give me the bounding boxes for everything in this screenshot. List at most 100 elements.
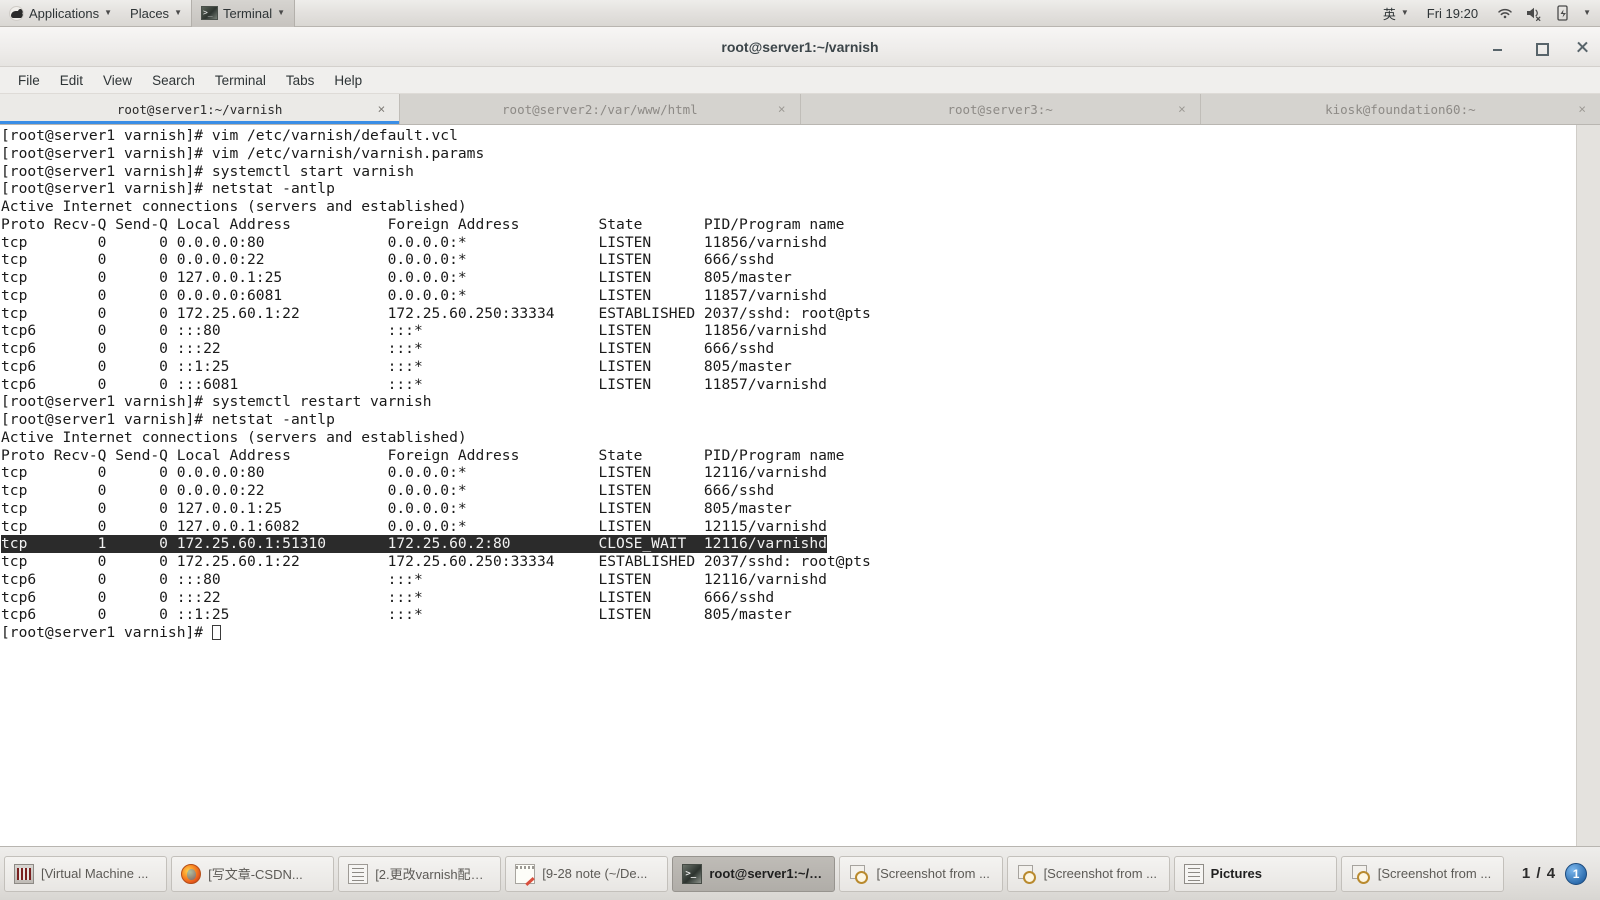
taskbar-item-label: [写文章-CSDN... <box>208 864 303 883</box>
power-icon <box>1554 4 1572 22</box>
chevron-down-icon: ▼ <box>1583 9 1591 17</box>
terminal-window: root@server1:~/varnish File Edit View Se… <box>0 27 1600 846</box>
taskbar-item-label: [Screenshot from ... <box>1378 866 1491 881</box>
window-controls <box>1490 27 1590 67</box>
terminal-body[interactable]: [root@server1 varnish]# vim /etc/varnish… <box>0 125 1600 846</box>
terminal-line: [root@server1 varnish]# systemctl start … <box>1 163 1576 181</box>
taskbar-item-note[interactable]: [9-28 note (~/De... <box>505 856 668 892</box>
firefox-icon <box>181 864 201 884</box>
chevron-down-icon: ▼ <box>1401 9 1409 17</box>
terminal-line-text: tcp 0 0 0.0.0.0:80 0.0.0.0:* LISTEN 1211… <box>1 464 827 481</box>
taskbar-item-label: [Screenshot from ... <box>876 866 989 881</box>
terminal-line-text: Active Internet connections (servers and… <box>1 429 467 446</box>
terminal-line: tcp 0 0 0.0.0.0:80 0.0.0.0:* LISTEN 1211… <box>1 464 1576 482</box>
terminal-line-text: tcp6 0 0 :::80 :::* LISTEN 12116/varnish… <box>1 571 827 588</box>
menu-terminal[interactable]: Terminal <box>205 70 276 91</box>
close-icon[interactable]: × <box>1178 103 1186 116</box>
minimize-button[interactable] <box>1490 39 1506 55</box>
menu-help[interactable]: Help <box>324 70 372 91</box>
tab-bar: root@server1:~/varnish × root@server2:/v… <box>0 94 1600 125</box>
menu-edit[interactable]: Edit <box>50 70 93 91</box>
workspace-switcher[interactable]: 1 / 4 1 <box>1510 863 1596 885</box>
terminal-output[interactable]: [root@server1 varnish]# vim /etc/varnish… <box>0 125 1576 846</box>
terminal-line-text: [root@server1 varnish]# systemctl restar… <box>1 393 432 410</box>
clock[interactable]: Fri 19:20 <box>1418 0 1487 27</box>
terminal-line: [root@server1 varnish]# systemctl restar… <box>1 393 1576 411</box>
tab-server2[interactable]: root@server2:/var/www/html × <box>400 94 800 124</box>
terminal-line-text: tcp6 0 0 ::1:25 :::* LISTEN 805/master <box>1 606 792 623</box>
volume-muted-icon <box>1525 4 1543 22</box>
terminal-line: tcp 0 0 172.25.60.1:22 172.25.60.250:333… <box>1 553 1576 571</box>
taskbar-item-pictures[interactable]: Pictures <box>1174 856 1337 892</box>
terminal-line-text: tcp 0 0 172.25.60.1:22 172.25.60.250:333… <box>1 553 871 570</box>
taskbar-item-virtual-machine[interactable]: [Virtual Machine ... <box>4 856 167 892</box>
tray-icons[interactable]: ▼ <box>1487 0 1600 27</box>
maximize-button[interactable] <box>1532 39 1548 55</box>
terminal-line-text: tcp 0 0 0.0.0.0:22 0.0.0.0:* LISTEN 666/… <box>1 251 774 268</box>
menu-file[interactable]: File <box>8 70 50 91</box>
input-method-label: 英 <box>1383 4 1396 23</box>
tab-label: kiosk@foundation60:~ <box>1325 102 1476 117</box>
terminal-line-text: [root@server1 varnish]# netstat -antlp <box>1 180 335 197</box>
terminal-line-text: tcp 0 0 127.0.0.1:25 0.0.0.0:* LISTEN 80… <box>1 269 792 286</box>
menubar: File Edit View Search Terminal Tabs Help <box>0 67 1600 94</box>
terminal-line-text: tcp 0 0 172.25.60.1:22 172.25.60.250:333… <box>1 305 871 322</box>
clock-label: Fri 19:20 <box>1427 6 1478 21</box>
taskbar-item-label: [9-28 note (~/De... <box>542 866 647 881</box>
terminal-line: tcp 0 0 127.0.0.1:25 0.0.0.0:* LISTEN 80… <box>1 269 1576 287</box>
input-method-indicator[interactable]: 英 ▼ <box>1374 0 1418 27</box>
taskbar-item-screenshot-2[interactable]: [Screenshot from ... <box>1007 856 1170 892</box>
wifi-icon <box>1496 4 1514 22</box>
taskbar-item-label: [2.更改varnish配置... <box>375 864 491 883</box>
window-titlebar[interactable]: root@server1:~/varnish <box>0 27 1600 67</box>
terminal-prompt-line: [root@server1 varnish]# <box>1 624 1576 642</box>
menu-search[interactable]: Search <box>142 70 205 91</box>
taskbar-item-varnish-doc[interactable]: [2.更改varnish配置... <box>338 856 501 892</box>
document-icon <box>348 864 368 884</box>
workspace-count-label: 1 / 4 <box>1522 865 1556 882</box>
folder-pictures-icon <box>1184 864 1204 884</box>
taskbar-item-label: [Virtual Machine ... <box>41 866 148 881</box>
terminal-line: [root@server1 varnish]# netstat -antlp <box>1 411 1576 429</box>
terminal-line: tcp6 0 0 ::1:25 :::* LISTEN 805/master <box>1 606 1576 624</box>
terminal-line-selected: tcp 1 0 172.25.60.1:51310 172.25.60.2:80… <box>1 535 827 553</box>
terminal-line-text: tcp6 0 0 ::1:25 :::* LISTEN 805/master <box>1 358 792 375</box>
tab-foundation60[interactable]: kiosk@foundation60:~ × <box>1201 94 1600 124</box>
terminal-line: Proto Recv-Q Send-Q Local Address Foreig… <box>1 447 1576 465</box>
chevron-down-icon: ▼ <box>104 9 112 17</box>
tab-label: root@server1:~/varnish <box>117 102 283 117</box>
menu-view[interactable]: View <box>93 70 142 91</box>
close-button[interactable] <box>1574 39 1590 55</box>
terminal-line: Proto Recv-Q Send-Q Local Address Foreig… <box>1 216 1576 234</box>
applications-menu[interactable]: Applications ▼ <box>0 0 121 27</box>
terminal-line: [root@server1 varnish]# netstat -antlp <box>1 180 1576 198</box>
terminal-line-text: [root@server1 varnish]# systemctl start … <box>1 163 414 180</box>
tab-server1[interactable]: root@server1:~/varnish × <box>0 94 400 124</box>
workspace-current-badge: 1 <box>1565 863 1587 885</box>
terminal-scrollbar[interactable] <box>1576 125 1600 846</box>
taskbar-item-screenshot-3[interactable]: [Screenshot from ... <box>1341 856 1504 892</box>
terminal-line: tcp 0 0 0.0.0.0:22 0.0.0.0:* LISTEN 666/… <box>1 251 1576 269</box>
terminal-line-text: tcp6 0 0 :::22 :::* LISTEN 666/sshd <box>1 589 774 606</box>
active-window-menu[interactable]: Terminal ▼ <box>191 0 295 27</box>
places-menu[interactable]: Places ▼ <box>121 0 191 27</box>
tab-server3[interactable]: root@server3:~ × <box>801 94 1201 124</box>
taskbar-item-terminal[interactable]: root@server1:~/v... <box>672 856 835 892</box>
taskbar-item-label: [Screenshot from ... <box>1044 866 1157 881</box>
taskbar-item-screenshot-1[interactable]: [Screenshot from ... <box>839 856 1002 892</box>
taskbar-item-csdn[interactable]: [写文章-CSDN... <box>171 856 334 892</box>
close-icon[interactable]: × <box>1578 103 1586 116</box>
menu-tabs[interactable]: Tabs <box>276 70 325 91</box>
close-icon[interactable]: × <box>778 103 786 116</box>
terminal-line: tcp 0 0 0.0.0.0:22 0.0.0.0:* LISTEN 666/… <box>1 482 1576 500</box>
terminal-line-text: Active Internet connections (servers and… <box>1 198 467 215</box>
terminal-line-text: tcp 0 0 0.0.0.0:6081 0.0.0.0:* LISTEN 11… <box>1 287 827 304</box>
screenshot-icon <box>1351 864 1371 884</box>
terminal-line-text: tcp 0 0 0.0.0.0:22 0.0.0.0:* LISTEN 666/… <box>1 482 774 499</box>
terminal-line-text: Proto Recv-Q Send-Q Local Address Foreig… <box>1 216 844 233</box>
close-icon[interactable]: × <box>378 103 386 116</box>
screenshot-icon <box>1017 864 1037 884</box>
terminal-line: tcp6 0 0 :::80 :::* LISTEN 11856/varnish… <box>1 322 1576 340</box>
terminal-prompt: [root@server1 varnish]# <box>1 624 212 641</box>
notes-icon <box>515 864 535 884</box>
